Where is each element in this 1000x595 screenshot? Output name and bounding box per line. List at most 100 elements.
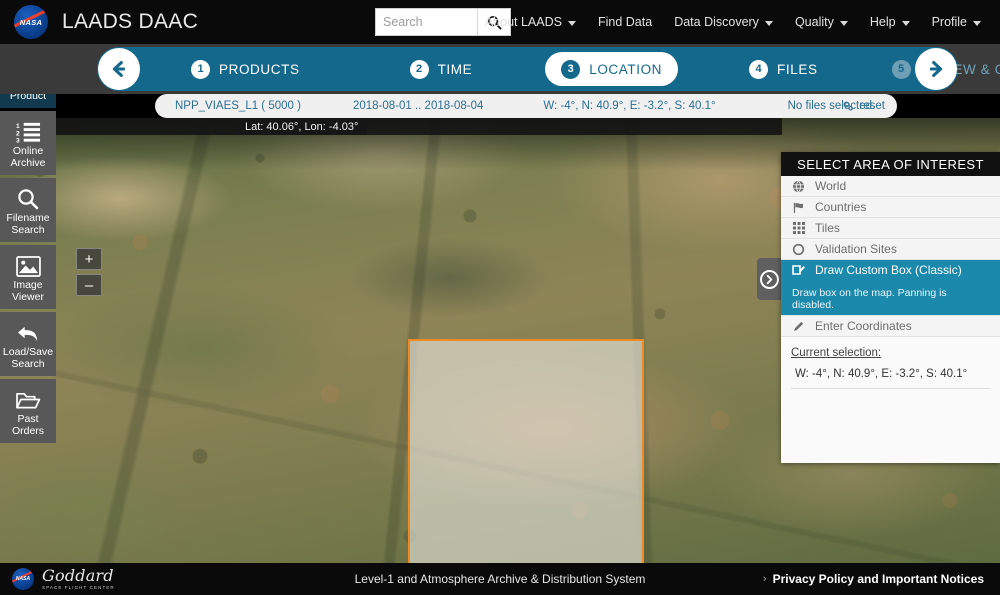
flag-icon <box>791 201 806 214</box>
label-line-2: Viewer <box>12 290 44 303</box>
current-selection-label: Current selection: <box>791 347 882 359</box>
map-selection-box[interactable] <box>408 339 644 563</box>
wizard-next-button[interactable] <box>915 48 957 90</box>
reset-label: reset <box>859 100 885 112</box>
map-coordinate-readout: Lat: 40.06°, Lon: -4.03° <box>236 118 368 135</box>
nav-label: Data Discovery <box>674 15 759 29</box>
wizard-step-products[interactable]: 1 PRODUCTS <box>175 52 316 86</box>
label-line-2: Search <box>11 357 45 370</box>
current-selection-value: W: -4°, N: 40.9°, E: -3.2°, S: 40.1° <box>795 368 968 380</box>
aoi-option-hint: Draw box on the map. Panning is disabled… <box>792 287 947 311</box>
label-line-2: Orders <box>11 424 45 437</box>
arrow-right-icon <box>929 61 943 77</box>
wizard-step-time[interactable]: 2 TIME <box>394 52 489 86</box>
chevron-down-icon <box>901 20 910 26</box>
pencil-icon <box>791 320 806 333</box>
sidebar-item-filename-search[interactable]: Filename Search <box>0 178 56 242</box>
label-line-1: Load/Save <box>2 346 54 358</box>
aoi-panel-toggle-button[interactable] <box>757 258 781 300</box>
nav-item-data-discovery[interactable]: Data Discovery <box>663 9 784 35</box>
nav-item-quality[interactable]: Quality <box>784 9 859 35</box>
arrow-left-icon <box>112 61 126 77</box>
nav-item-about-laads[interactable]: About LAADS <box>474 9 587 35</box>
label-line-1: Image <box>13 279 43 291</box>
nav-label: Find Data <box>597 15 653 29</box>
wizard-step-location[interactable]: 3 LOCATION <box>545 52 679 86</box>
nav-label: Quality <box>794 15 834 29</box>
undo-arrow-icon <box>16 320 41 344</box>
sidebar-item-load-save-search[interactable]: Load/Save Search <box>0 312 56 376</box>
footer-right: › Privacy Policy and Important Notices <box>763 572 984 586</box>
wizard-bar-container: 1 PRODUCTS 2 TIME 3 LOCATION 4 FILES 5 & <box>0 44 1000 94</box>
wizard-steps: 1 PRODUCTS 2 TIME 3 LOCATION 4 FILES 5 & <box>149 47 1000 91</box>
label-line-1: Online <box>12 145 44 157</box>
svg-text:3: 3 <box>16 138 20 143</box>
sidebar-item-label: Online Archive <box>10 145 46 169</box>
map-zoom-out-button[interactable]: – <box>76 274 102 296</box>
summary-time-range[interactable]: 2018-08-01 .. 2018-08-04 <box>343 100 493 112</box>
sidebar-item-online-archive[interactable]: 1 2 3 Online Archive <box>0 111 56 175</box>
grid-icon <box>791 222 806 234</box>
aoi-panel-spacer <box>781 389 1000 463</box>
ordered-list-icon: 1 2 3 <box>16 119 41 143</box>
nav-item-help[interactable]: Help <box>859 9 921 35</box>
svg-text:2: 2 <box>16 130 20 137</box>
label-line-2: Search <box>11 223 45 236</box>
aoi-option-draw-custom-box[interactable]: Draw Custom Box (Classic) Draw box on th… <box>781 260 1000 316</box>
chevron-down-icon <box>839 20 848 26</box>
nasa-logo-text: NASA <box>19 17 43 27</box>
summary-coordinates[interactable]: W: -4°, N: 40.9°, E: -3.2°, S: 40.1° <box>533 100 725 112</box>
privacy-policy-link[interactable]: Privacy Policy and Important Notices <box>773 572 984 586</box>
aoi-option-label: Validation Sites <box>815 242 897 256</box>
nav-label: About LAADS <box>484 15 562 29</box>
sidebar-item-image-viewer[interactable]: Image Viewer <box>0 245 56 309</box>
summary-product[interactable]: NPP_VIAES_L1 ( 5000 ) <box>165 100 311 112</box>
aoi-option-validation-sites[interactable]: Validation Sites <box>781 239 1000 260</box>
aoi-option-label: Tiles <box>815 221 840 235</box>
footer-bar: NASA Goddard SPACE FLIGHT CENTER Level-1… <box>0 563 1000 595</box>
reset-button[interactable]: reset <box>842 100 885 112</box>
label-line-2: Archive <box>10 156 46 169</box>
aoi-option-world[interactable]: World <box>781 176 1000 197</box>
main-navigation: About LAADS Find Data Data Discovery Qua… <box>474 0 992 44</box>
laads-daac-app: NASA LAADS DAAC About LAADS Find Data Da… <box>0 0 1000 595</box>
select-area-of-interest-panel: SELECT AREA OF INTEREST World Countries <box>781 152 1000 463</box>
selection-summary-bar: NPP_VIAES_L1 ( 5000 ) 2018-08-01 .. 2018… <box>155 94 897 118</box>
circle-icon <box>791 243 806 256</box>
step-number: 2 <box>409 59 429 79</box>
sidebar-item-label: Past Orders <box>11 413 45 437</box>
aoi-option-enter-coordinates[interactable]: Enter Coordinates <box>781 316 1000 337</box>
top-header-bar: NASA LAADS DAAC About LAADS Find Data Da… <box>0 0 1000 44</box>
step-number: 3 <box>561 59 581 79</box>
gears-icon <box>843 101 854 111</box>
current-selection-section: Current selection: W: -4°, N: 40.9°, E: … <box>781 337 1000 389</box>
map-zoom-in-button[interactable]: + <box>76 248 102 270</box>
nav-item-profile[interactable]: Profile <box>921 9 992 35</box>
wizard-previous-button[interactable] <box>98 48 140 90</box>
chevron-down-icon <box>973 20 981 26</box>
nav-item-find-data[interactable]: Find Data <box>587 9 663 35</box>
magnifier-icon <box>17 186 39 210</box>
aoi-option-tiles[interactable]: Tiles <box>781 218 1000 239</box>
wizard-step-bar: 1 PRODUCTS 2 TIME 3 LOCATION 4 FILES 5 & <box>97 47 1000 91</box>
step-label: TIME <box>437 61 473 77</box>
aoi-option-countries[interactable]: Countries <box>781 197 1000 218</box>
left-sidebar: Search by Product 1 2 3 <box>0 44 56 446</box>
sidebar-item-label: Filename Search <box>6 212 49 236</box>
aoi-option-label: World <box>815 179 847 193</box>
aoi-option-row: Draw Custom Box (Classic) <box>791 263 962 277</box>
toggle-circle <box>759 269 779 289</box>
draw-box-icon <box>791 263 806 277</box>
wizard-step-files[interactable]: 4 FILES <box>733 52 834 86</box>
brand-title: LAADS DAAC <box>62 10 199 33</box>
search-input[interactable] <box>376 9 477 35</box>
chevron-down-icon <box>764 20 773 26</box>
chevron-down-icon <box>567 20 576 26</box>
sidebar-item-past-orders[interactable]: Past Orders <box>0 379 56 443</box>
label-line-1: Past <box>17 413 39 425</box>
nav-label: Help <box>869 15 896 29</box>
image-icon <box>15 253 41 277</box>
nasa-logo-icon[interactable]: NASA <box>14 5 48 39</box>
chevron-right-icon <box>766 274 772 284</box>
step-label: PRODUCTS <box>219 61 300 77</box>
